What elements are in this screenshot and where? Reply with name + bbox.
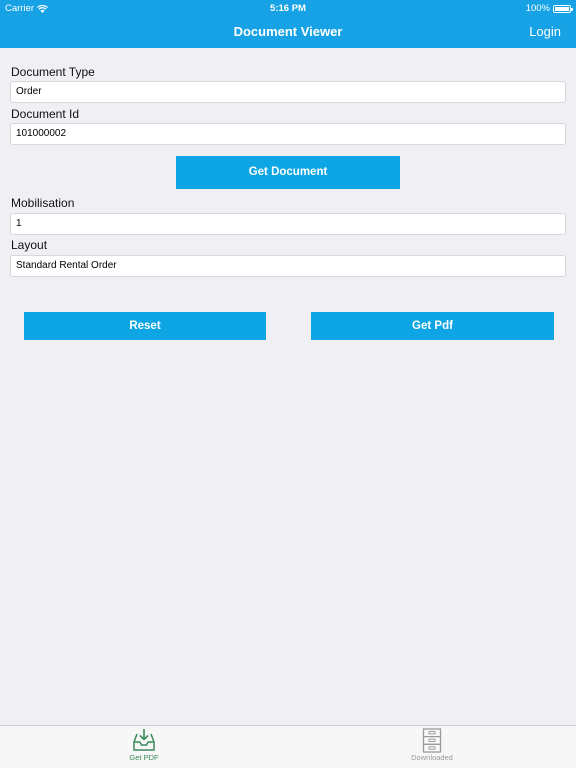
login-button[interactable]: Login: [529, 24, 561, 39]
file-cabinet-icon: [422, 728, 442, 753]
inbox-download-icon: [133, 729, 155, 751]
battery-percent: 100%: [525, 3, 550, 14]
page-title: Document Viewer: [233, 24, 343, 39]
tab-downloaded-label: Downloaded: [411, 753, 453, 762]
mobilisation-label: Mobilisation: [11, 196, 75, 210]
document-id-label: Document Id: [11, 107, 80, 121]
document-id-field[interactable]: 101000002: [10, 123, 566, 145]
battery-icon: [553, 4, 573, 13]
get-pdf-button[interactable]: Get Pdf: [311, 312, 554, 340]
reset-button[interactable]: Reset: [24, 312, 266, 340]
tab-get-pdf-label: Get PDF: [129, 753, 159, 762]
document-type-label: Document Type: [11, 65, 95, 79]
get-document-button[interactable]: Get Document: [176, 156, 400, 189]
top-bar: Carrier 5:16 PM 100% Document Viewer Log…: [0, 0, 576, 48]
battery-indicator: 100%: [525, 3, 573, 14]
layout-field[interactable]: Standard Rental Order: [10, 255, 566, 277]
status-bar: Carrier 5:16 PM 100%: [0, 0, 576, 16]
tab-bar: Get PDF Downloaded: [0, 725, 576, 768]
tab-downloaded[interactable]: Downloaded: [382, 726, 482, 768]
status-time: 5:16 PM: [270, 3, 306, 14]
mobilisation-field[interactable]: 1: [10, 213, 566, 235]
tab-get-pdf[interactable]: Get PDF: [94, 726, 194, 768]
layout-label: Layout: [11, 238, 48, 252]
document-type-field[interactable]: Order: [10, 81, 566, 103]
